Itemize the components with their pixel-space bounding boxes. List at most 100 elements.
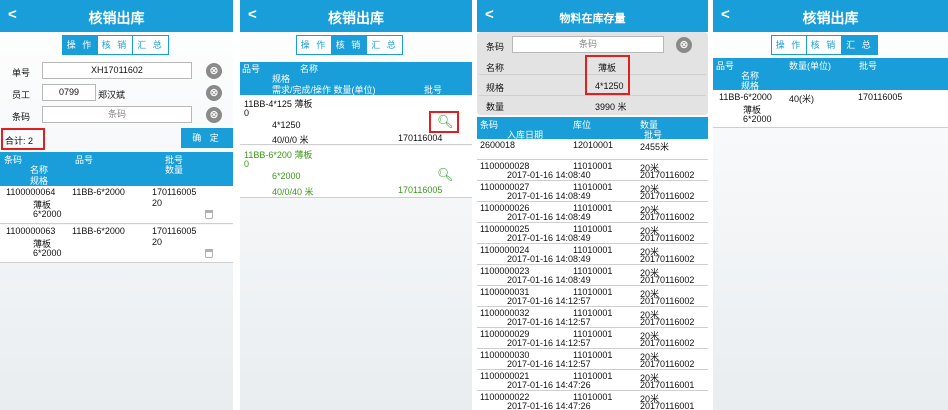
highlight-box <box>1 128 45 150</box>
row-qty: 20 <box>152 237 163 247</box>
table-header: 条码 库位 数量 入库日期 批号 <box>477 117 708 140</box>
row-date: 2017-01-16 14:12:57 <box>507 338 591 348</box>
list-item[interactable]: 11BB-4*125 薄板 0 4*1250 40/0/0 米 17011600… <box>240 95 472 145</box>
screen-summary: < 核销出库 操 作 核 销 汇 总 品号 名称 规格 数量(单位) 批号 11… <box>713 0 948 410</box>
row-item-name: 11BB-6*200 薄板 <box>244 150 313 160</box>
table-row[interactable]: 1100000022 11010001 20米 2017-01-16 14:47:26… <box>477 391 708 410</box>
row-qty: 2455米 <box>640 142 670 152</box>
row-qty: 40(米) <box>789 94 815 104</box>
row-spec: 6*2000 <box>33 248 62 258</box>
row-qty: 20 <box>152 198 163 208</box>
header-location: 库位 <box>573 120 592 130</box>
clear-employee-icon[interactable]: ⊗ <box>206 85 222 101</box>
table-row[interactable]: 1100000023 11010001 20米 2017-01-16 14:08:49… <box>477 265 708 286</box>
row-item-no: 11BB-6*2000 <box>719 92 772 102</box>
list-item[interactable]: 11BB-6*200 薄板 0 6*2000 40/0/40 米 1701160… <box>240 146 472 198</box>
nav-bar: < 核销出库 <box>0 0 233 32</box>
row-item-no: 11BB-6*2000 <box>72 226 125 236</box>
table-row[interactable]: 1100000021 11010001 20米 2017-01-16 14:47:26… <box>477 370 708 391</box>
row-batch: 170116005 <box>398 185 443 195</box>
page-title: 核销出库 <box>802 10 859 26</box>
tab-operate[interactable]: 操 作 <box>63 36 98 54</box>
row-batch: 170116004 <box>398 133 443 143</box>
table-row[interactable]: 1100000026 11010001 20米 2017-01-16 14:08:49… <box>477 202 708 223</box>
row-batch: 20170116002 <box>640 275 695 285</box>
clear-barcode-icon[interactable]: ⊗ <box>206 107 222 123</box>
row-batch: 170116005 <box>858 92 903 102</box>
table-header: 品号 名称 规格 需求/完成/操作 数量(单位) 批号 <box>240 62 472 95</box>
header-qty: 数量 <box>165 165 184 175</box>
row-spec: 4*1250 <box>272 120 301 130</box>
nav-bar: < 物料在库存量 <box>477 0 708 32</box>
row-date: 2017-01-16 14:08:49 <box>507 275 591 285</box>
row-batch: 20170116001 <box>640 380 695 390</box>
row-item-no: 11BB-6*2000 <box>72 187 125 197</box>
row-date: 2017-01-16 14:08:49 <box>507 191 591 201</box>
tab-operate[interactable]: 操 作 <box>772 36 807 54</box>
nav-bar: < 核销出库 <box>713 0 948 32</box>
clear-order-icon[interactable]: ⊗ <box>206 63 222 79</box>
trash-icon[interactable] <box>205 249 213 258</box>
table-row[interactable]: 11BB-6*2000 40(米) 170116005 薄板 6*2000 <box>713 90 948 128</box>
tab-verify[interactable]: 核 销 <box>98 36 133 54</box>
table-header: 条码 名称 规格 品号 批号 数量 <box>0 152 233 186</box>
search-icon[interactable]: 🔍︎ <box>437 167 454 183</box>
barcode-label: 条码 <box>486 42 505 52</box>
screen-verify-list: < 核销出库 操 作 核 销 汇 总 品号 名称 规格 需求/完成/操作 数量(… <box>240 0 472 410</box>
tab-bar: 操 作 核 销 汇 总 <box>296 35 403 55</box>
order-number-field[interactable]: XH17011602 <box>42 62 192 79</box>
row-batch: 20170116002 <box>640 254 695 264</box>
highlight-box <box>585 55 630 95</box>
table-row[interactable]: 1100000024 11010001 20米 2017-01-16 14:08:49… <box>477 244 708 265</box>
table-row[interactable]: 1100000025 11010001 20米 2017-01-16 14:08:49… <box>477 223 708 244</box>
table-row[interactable]: 2600018 12010001 2455米 <box>477 139 708 160</box>
row-spec: 6*2000 <box>272 171 301 181</box>
tab-summary[interactable]: 汇 总 <box>133 36 168 54</box>
header-item-no: 品号 <box>75 155 94 165</box>
tab-summary[interactable]: 汇 总 <box>842 36 877 54</box>
table-row[interactable]: 1100000027 11010001 20米 2017-01-16 14:08:49… <box>477 181 708 202</box>
row-date: 2017-01-16 14:47:26 <box>507 380 591 390</box>
table-row[interactable]: 1100000029 11010001 20米 2017-01-16 14:12:57… <box>477 328 708 349</box>
screen-stock-query: < 物料在库存量 条码 条码 ⊗ 名称 薄板 规格 4*1250 数量 3990… <box>477 0 708 410</box>
table-row[interactable]: 1100000030 11010001 20米 2017-01-16 14:12:57… <box>477 349 708 370</box>
table-row[interactable]: 1100000064 11BB-6*2000 170116005 薄板 20 6… <box>0 186 233 224</box>
divider <box>479 95 706 96</box>
row-barcode: 1100000064 <box>6 187 56 197</box>
employee-field[interactable]: 0799 <box>42 84 96 101</box>
table-row[interactable]: 1100000031 11010001 20米 2017-01-16 14:12:57… <box>477 286 708 307</box>
page-title: 核销出库 <box>328 10 384 26</box>
table-row[interactable]: 1100000032 11010001 20米 2017-01-16 14:12:57… <box>477 307 708 328</box>
row-batch: 20170116002 <box>640 317 695 327</box>
table-row[interactable]: 1100000063 11BB-6*2000 170116005 薄板 20 6… <box>0 225 233 263</box>
qty-label: 数量 <box>486 102 505 112</box>
page-title: 核销出库 <box>88 10 145 26</box>
row-date: 2017-01-16 14:12:57 <box>507 317 591 327</box>
header-qty: 数量(单位) <box>789 61 831 71</box>
row-batch: 170116005 <box>152 187 197 197</box>
header-batch: 批号 <box>859 61 878 71</box>
trash-icon[interactable] <box>205 210 213 219</box>
tab-verify[interactable]: 核 销 <box>807 36 842 54</box>
tab-summary[interactable]: 汇 总 <box>367 36 402 54</box>
row-batch: 20170116002 <box>640 233 695 243</box>
row-sub: 0 <box>244 159 250 169</box>
row-date: 2017-01-16 14:12:57 <box>507 359 591 369</box>
barcode-input[interactable]: 条码 <box>42 106 192 123</box>
table-row[interactable]: 1100000028 11010001 20米 2017-01-16 14:08:40… <box>477 160 708 181</box>
page-title: 物料在库存量 <box>559 13 626 25</box>
confirm-button[interactable]: 确 定 <box>181 128 233 148</box>
barcode-input[interactable]: 条码 <box>512 36 664 53</box>
tab-bar: 操 作 核 销 汇 总 <box>771 35 878 55</box>
row-batch: 20170116002 <box>640 191 695 201</box>
row-batch: 20170116002 <box>640 296 695 306</box>
nav-bar: < 核销出库 <box>240 0 472 32</box>
tab-operate[interactable]: 操 作 <box>297 36 332 54</box>
row-qty: 40/0/40 米 <box>272 187 314 197</box>
row-date: 2017-01-16 14:08:49 <box>507 233 591 243</box>
row-date: 2017-01-16 14:08:49 <box>507 212 591 222</box>
tab-verify[interactable]: 核 销 <box>332 36 367 54</box>
header-item-no: 品号 <box>716 61 735 71</box>
clear-barcode-icon[interactable]: ⊗ <box>676 37 692 53</box>
employee-label: 员工 <box>12 90 31 100</box>
